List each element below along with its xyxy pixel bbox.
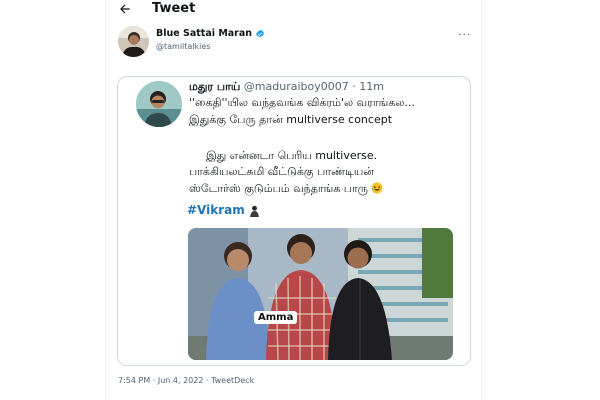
verified-badge-icon xyxy=(256,29,264,37)
tweet-author: Blue Sattai Maran @tamiltalkies ··· xyxy=(118,26,478,58)
page-title: Tweet xyxy=(152,1,196,16)
quoted-text-line-4: பாக்கியலட்சுமி வீட்டுக்கு பாண்டியன் xyxy=(189,165,374,178)
author-name-row: Blue Sattai Maran xyxy=(156,28,265,39)
quoted-separator: · xyxy=(348,80,360,93)
quoted-author-handle[interactable]: @maduraiboy0007 xyxy=(244,80,349,93)
quoted-author-name[interactable]: மதுர பாய் xyxy=(189,80,240,93)
tweet-timestamp[interactable]: 7:54 PM · Jun 4, 2022 · TweetDeck xyxy=(118,376,254,385)
hashtag-text[interactable]: #Vikram xyxy=(187,203,245,217)
vikram-hashflag-icon xyxy=(247,203,261,217)
laughing-face-icon xyxy=(371,182,383,194)
hashtag-vikram[interactable]: #Vikram xyxy=(187,203,261,217)
column-divider-left xyxy=(105,0,106,400)
tweet-page: Tweet Blue Sattai Maran @tamiltalkies ··… xyxy=(0,0,600,400)
more-options-icon[interactable]: ··· xyxy=(458,28,472,41)
author-handle[interactable]: @tamiltalkies xyxy=(156,42,210,51)
quoted-tweet-card[interactable]: மதுர பாய் @maduraiboy0007 · 11m ''கைதி''… xyxy=(117,76,471,366)
tweet-media-image[interactable]: Amma xyxy=(188,228,453,360)
quoted-text-line-1: ''கைதி''யில வந்தவங்க விக்ரம்'ல வராங்கல..… xyxy=(189,96,415,109)
author-name[interactable]: Blue Sattai Maran xyxy=(156,28,252,39)
page-header: Tweet xyxy=(106,0,481,20)
back-arrow-icon[interactable] xyxy=(118,2,132,16)
quoted-text-line-5-text: ஸ்டோர்ஸ் குடும்பம் வந்தாங்க பாரு xyxy=(189,182,368,195)
author-avatar[interactable] xyxy=(118,26,149,57)
media-overlay-label: Amma xyxy=(254,311,298,324)
quoted-text-line-5: ஸ்டோர்ஸ் குடும்பம் வந்தாங்க பாரு xyxy=(189,182,383,197)
quoted-time[interactable]: 11m xyxy=(359,80,384,93)
quoted-text-line-3: இது என்னடா பெரிய multiverse. xyxy=(206,149,378,162)
quoted-text-line-2: இதுக்கு பேரு தான் multiverse concept xyxy=(189,113,393,126)
quoted-tweet-header: மதுர பாய் @maduraiboy0007 · 11m xyxy=(189,80,384,95)
column-divider-right xyxy=(481,0,482,400)
quoted-author-avatar[interactable] xyxy=(136,81,182,127)
